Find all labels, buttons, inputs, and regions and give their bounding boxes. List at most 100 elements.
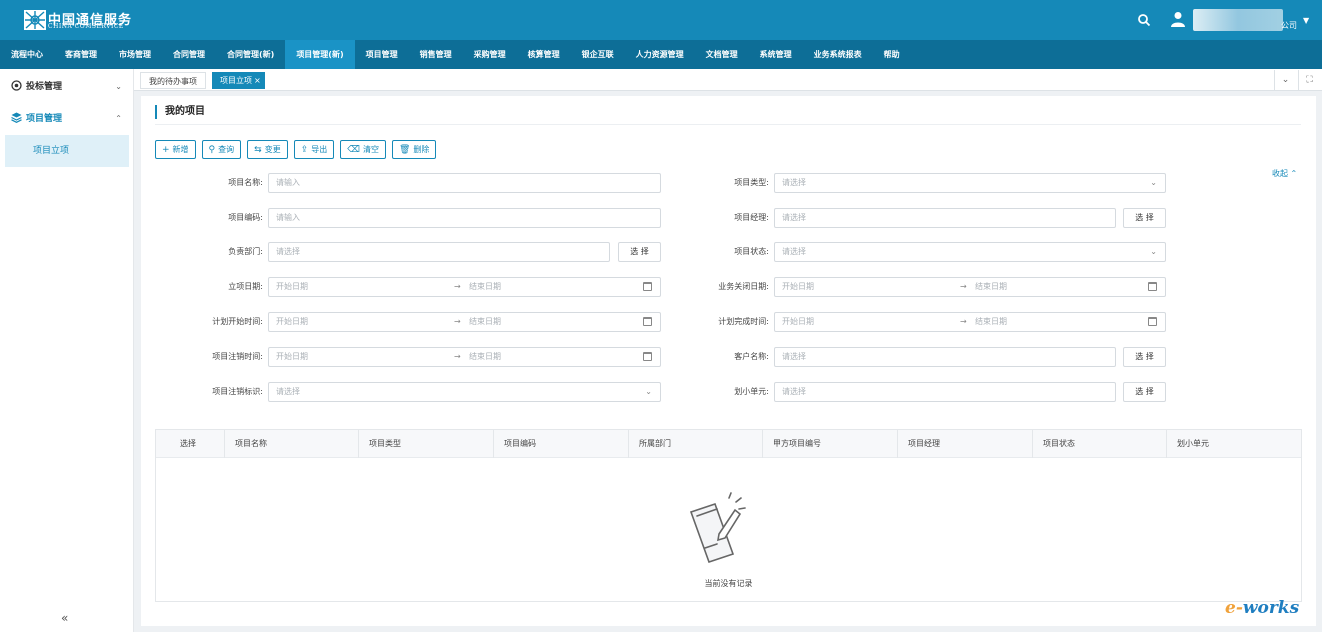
column-header-status[interactable]: 项目状态: [1032, 430, 1166, 458]
sidebar-collapse-icon[interactable]: «: [61, 611, 68, 625]
sidebar-group-bidding[interactable]: 投标管理 ⌄: [0, 71, 134, 103]
nav-item-sales[interactable]: 销售管理: [409, 40, 463, 69]
empty-state-text: 当前没有记录: [704, 579, 753, 588]
label-plan-start: 计划开始时间:: [212, 317, 263, 326]
nav-item-hr[interactable]: 人力资源管理: [625, 40, 695, 69]
query-button-label: 查询: [218, 145, 235, 154]
add-button-label: 新增: [172, 145, 189, 154]
chevron-down-icon: ⌄: [1150, 178, 1157, 187]
tab-my-todo[interactable]: 我的待办事项: [140, 72, 206, 89]
start-date-placeholder: 开始日期: [276, 352, 308, 361]
search-icon[interactable]: [1137, 13, 1151, 27]
nav-item-accounting[interactable]: 核算管理: [517, 40, 571, 69]
start-date-placeholder: 开始日期: [782, 282, 814, 291]
clear-button[interactable]: ⌫ 清空: [340, 140, 386, 159]
label-project-status: 项目状态:: [734, 247, 769, 256]
customer-input[interactable]: 请选择: [774, 347, 1116, 367]
plus-icon: +: [162, 145, 170, 155]
nav-item-market[interactable]: 市场管理: [108, 40, 162, 69]
tab-project-setup[interactable]: 项目立项 ×: [212, 72, 265, 89]
nav-item-documents[interactable]: 文档管理: [695, 40, 749, 69]
nav-item-purchase[interactable]: 采购管理: [463, 40, 517, 69]
label-dept: 负责部门:: [228, 247, 263, 256]
eraser-icon: ⌫: [347, 145, 360, 155]
change-button-label: 变更: [264, 145, 281, 154]
project-status-select[interactable]: 请选择 ⌄: [774, 242, 1166, 262]
export-icon: ⇪: [300, 145, 309, 155]
nav-item-project-new[interactable]: 项目管理(新): [285, 40, 355, 69]
select-manager-button[interactable]: 选 择: [1123, 208, 1166, 228]
nav-item-reports[interactable]: 业务系统报表: [803, 40, 873, 69]
select-unit-button[interactable]: 选 择: [1123, 382, 1166, 402]
sidebar-item-project-setup[interactable]: 项目立项: [5, 135, 129, 167]
nav-item-contract[interactable]: 合同管理: [162, 40, 216, 69]
sidebar-group-project[interactable]: 项目管理 ⌃: [0, 103, 134, 135]
column-header-client-code[interactable]: 甲方项目编号: [762, 430, 897, 458]
end-date-placeholder: 结束日期: [469, 317, 501, 326]
column-header-unit[interactable]: 划小单元: [1166, 430, 1301, 458]
collapse-link-label: 收起: [1272, 169, 1288, 178]
nav-item-system[interactable]: 系统管理: [749, 40, 803, 69]
select-customer-button[interactable]: 选 择: [1123, 347, 1166, 367]
delete-button[interactable]: 🗑 删除: [391, 140, 437, 159]
user-avatar-icon[interactable]: [1171, 11, 1185, 27]
add-button[interactable]: + 新增: [155, 140, 196, 159]
chevron-down-icon: ⌄: [1150, 247, 1157, 256]
range-arrow-icon: →: [454, 317, 461, 326]
tab-strip: 我的待办事项 项目立项 × ⌄ ⛶: [134, 69, 1322, 91]
tab-dropdown-icon[interactable]: ⌄: [1274, 70, 1296, 90]
toolbar: + 新增 ⚲ 查询 ⇆ 变更 ⇪ 导出 ⌫ 清空 🗑 删除: [155, 140, 437, 159]
close-date-range[interactable]: 开始日期 → 结束日期: [774, 277, 1166, 297]
cancel-time-range[interactable]: 开始日期 → 结束日期: [268, 347, 661, 367]
sidebar: 投标管理 ⌄ 项目管理 ⌃ 项目立项 «: [0, 69, 134, 632]
project-manager-input[interactable]: 请选择: [774, 208, 1116, 228]
cancel-flag-select[interactable]: 请选择 ⌄: [268, 382, 661, 402]
user-menu-caret-icon[interactable]: ▼: [1303, 16, 1309, 25]
main-nav: 流程中心 客商管理 市场管理 合同管理 合同管理(新) 项目管理(新) 项目管理…: [0, 40, 1322, 69]
collapse-filters-link[interactable]: 收起 ⌃: [1272, 168, 1297, 179]
page-title: 我的项目: [155, 105, 205, 119]
content-panel: 我的项目 + 新增 ⚲ 查询 ⇆ 变更 ⇪ 导出 ⌫ 清空 🗑 删除 收起 ⌃ 项目名称: …: [141, 96, 1316, 626]
column-header-code[interactable]: 项目编码: [493, 430, 628, 458]
setup-date-range[interactable]: 开始日期 → 结束日期: [268, 277, 661, 297]
column-header-name[interactable]: 项目名称: [224, 430, 358, 458]
nav-item-contract-new[interactable]: 合同管理(新): [216, 40, 285, 69]
column-header-dept[interactable]: 所属部门: [628, 430, 762, 458]
e-works-watermark-logo: e-works: [1225, 598, 1299, 618]
select-placeholder: 请选择: [276, 387, 300, 396]
export-button[interactable]: ⇪ 导出: [293, 140, 335, 159]
plan-start-range[interactable]: 开始日期 → 结束日期: [268, 312, 661, 332]
label-customer: 客户名称:: [734, 352, 769, 361]
project-type-select[interactable]: 请选择 ⌄: [774, 173, 1166, 193]
label-project-manager: 项目经理:: [734, 213, 769, 222]
project-code-input[interactable]: 请输入: [268, 208, 661, 228]
column-header-manager[interactable]: 项目经理: [897, 430, 1032, 458]
nav-item-help[interactable]: 帮助: [873, 40, 911, 69]
sidebar-group-label: 投标管理: [26, 82, 63, 92]
column-header-type[interactable]: 项目类型: [358, 430, 493, 458]
close-icon[interactable]: ×: [254, 76, 261, 85]
dept-input[interactable]: 请选择: [268, 242, 610, 262]
clear-button-label: 清空: [362, 145, 379, 154]
user-name-blurred[interactable]: [1193, 9, 1283, 31]
nav-item-flow-center[interactable]: 流程中心: [0, 40, 54, 69]
project-name-input[interactable]: 请输入: [268, 173, 661, 193]
range-arrow-icon: →: [960, 282, 967, 291]
fullscreen-icon[interactable]: ⛶: [1298, 70, 1320, 90]
chevron-up-icon: ⌃: [115, 114, 122, 123]
plan-end-range[interactable]: 开始日期 → 结束日期: [774, 312, 1166, 332]
range-arrow-icon: →: [960, 317, 967, 326]
layers-icon: [11, 112, 22, 123]
top-bar: 中国通信服务 CHINA COMSERVICE 公司 ▼: [0, 0, 1322, 40]
query-button[interactable]: ⚲ 查询: [201, 140, 242, 159]
range-arrow-icon: →: [454, 352, 461, 361]
start-date-placeholder: 开始日期: [276, 282, 308, 291]
change-button[interactable]: ⇆ 变更: [247, 140, 288, 159]
unit-input[interactable]: 请选择: [774, 382, 1116, 402]
start-date-placeholder: 开始日期: [276, 317, 308, 326]
nav-item-merchant[interactable]: 客商管理: [54, 40, 108, 69]
nav-item-project[interactable]: 项目管理: [355, 40, 409, 69]
nav-item-bank[interactable]: 银企互联: [571, 40, 625, 69]
projects-table: 选择 项目名称 项目类型 项目编码 所属部门 甲方项目编号 项目经理 项目状态 …: [155, 429, 1302, 602]
label-project-type: 项目类型:: [734, 178, 769, 187]
